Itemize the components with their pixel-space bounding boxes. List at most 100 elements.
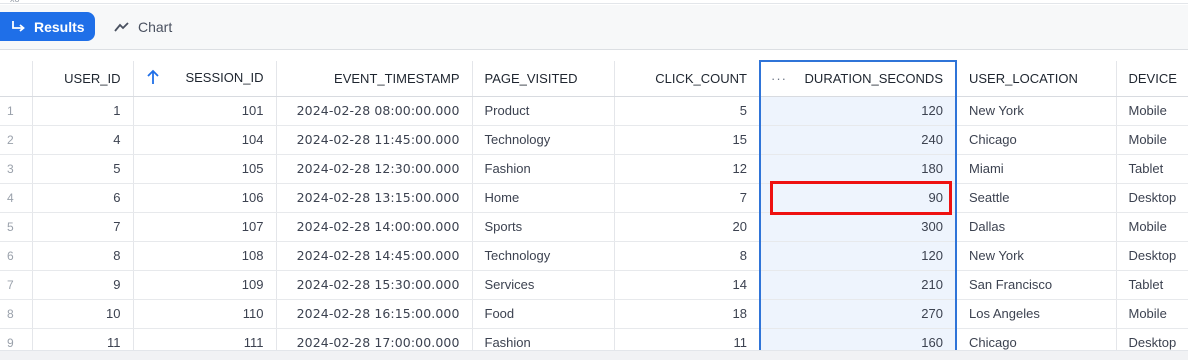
- column-header-page-visited[interactable]: PAGE_VISITED: [472, 61, 615, 97]
- cell-event-timestamp[interactable]: 2024-02-28 16:15:00.000: [276, 299, 473, 329]
- column-header-label: USER_LOCATION: [969, 70, 1078, 86]
- cell-session-id[interactable]: 111: [133, 328, 277, 350]
- cell-user-location[interactable]: San Francisco: [956, 270, 1117, 300]
- cell-click-count[interactable]: 8: [614, 241, 761, 271]
- table-row[interactable]: 1 1 101 2024-02-28 08:00:00.000 Product 5 120 N…: [0, 96, 1188, 126]
- table-row[interactable]: 5 7 107 2024-02-28 14:00:00.000 Sports 20 300 D…: [0, 212, 1188, 242]
- row-number-cell: 5: [0, 212, 33, 242]
- cell-user-id[interactable]: 9: [32, 270, 134, 300]
- cell-page-visited[interactable]: Product: [472, 96, 615, 126]
- column-header-user-location[interactable]: USER_LOCATION: [956, 61, 1117, 97]
- cell-device[interactable]: Mobile: [1116, 299, 1188, 329]
- cell-device[interactable]: Mobile: [1116, 96, 1188, 126]
- cell-device[interactable]: Tablet: [1116, 154, 1188, 184]
- sort-ascending-icon[interactable]: [147, 69, 160, 88]
- cell-session-id[interactable]: 110: [133, 299, 277, 329]
- cell-session-id[interactable]: 101: [133, 96, 277, 126]
- horizontal-scrollbar[interactable]: [0, 350, 1188, 360]
- cell-user-location[interactable]: Los Angeles: [956, 299, 1117, 329]
- cell-user-location[interactable]: Chicago: [956, 125, 1117, 155]
- cell-event-timestamp[interactable]: 2024-02-28 14:00:00.000: [276, 212, 473, 242]
- cell-duration-seconds[interactable]: 180: [759, 154, 957, 184]
- cell-event-timestamp[interactable]: 2024-02-28 12:30:00.000: [276, 154, 473, 184]
- cell-event-timestamp[interactable]: 2024-02-28 08:00:00.000: [276, 96, 473, 126]
- table-row[interactable]: 2 4 104 2024-02-28 11:45:00.000 Technology 15…: [0, 125, 1188, 155]
- cell-session-id[interactable]: 107: [133, 212, 277, 242]
- cell-event-timestamp[interactable]: 2024-02-28 17:00:00.000: [276, 328, 473, 350]
- column-header-click-count[interactable]: CLICK_COUNT: [614, 61, 761, 97]
- cell-user-id[interactable]: 8: [32, 241, 134, 271]
- cell-click-count[interactable]: 5: [614, 96, 761, 126]
- cell-page-visited[interactable]: Food: [472, 299, 615, 329]
- cell-device[interactable]: Mobile: [1116, 125, 1188, 155]
- cell-click-count[interactable]: 20: [614, 212, 761, 242]
- column-header-user-id[interactable]: USER_ID: [32, 61, 134, 97]
- cell-session-id[interactable]: 109: [133, 270, 277, 300]
- cell-page-visited[interactable]: Sports: [472, 212, 615, 242]
- cell-page-visited[interactable]: Technology: [472, 241, 615, 271]
- cell-user-id[interactable]: 4: [32, 125, 134, 155]
- cell-session-id[interactable]: 104: [133, 125, 277, 155]
- column-header-device[interactable]: DEVICE: [1116, 61, 1188, 97]
- cell-user-location[interactable]: New York: [956, 96, 1117, 126]
- cell-session-id[interactable]: 106: [133, 183, 277, 213]
- cell-user-id[interactable]: 5: [32, 154, 134, 184]
- cell-user-location[interactable]: Chicago: [956, 328, 1117, 350]
- cell-user-location[interactable]: Seattle: [956, 183, 1117, 213]
- cell-event-timestamp[interactable]: 2024-02-28 14:45:00.000: [276, 241, 473, 271]
- cell-event-timestamp[interactable]: 2024-02-28 11:45:00.000: [276, 125, 473, 155]
- results-grid[interactable]: USER_ID SESSION_ID EVENT_TIMESTAMP PAGE_…: [0, 60, 1188, 350]
- column-header-label: PAGE_VISITED: [484, 70, 578, 86]
- chart-tab-button[interactable]: Chart: [114, 12, 172, 41]
- cell-click-count[interactable]: 11: [614, 328, 761, 350]
- cell-user-id[interactable]: 1: [32, 96, 134, 126]
- table-row[interactable]: 3 5 105 2024-02-28 12:30:00.000 Fashion 12 180…: [0, 154, 1188, 184]
- cell-duration-seconds[interactable]: 270: [759, 299, 957, 329]
- cell-duration-seconds[interactable]: 160: [759, 328, 957, 350]
- column-header-duration-seconds[interactable]: ··· DURATION_SECONDS: [759, 60, 957, 97]
- cell-user-id[interactable]: 6: [32, 183, 134, 213]
- cell-user-location[interactable]: New York: [956, 241, 1117, 271]
- table-row[interactable]: 8 10 110 2024-02-28 16:15:00.000 Food 18 270 Lo…: [0, 299, 1188, 329]
- cell-click-count[interactable]: 7: [614, 183, 761, 213]
- cell-page-visited[interactable]: Fashion: [472, 328, 615, 350]
- column-header-event-timestamp[interactable]: EVENT_TIMESTAMP: [276, 61, 473, 97]
- cell-session-id[interactable]: 105: [133, 154, 277, 184]
- cell-page-visited[interactable]: Services: [472, 270, 615, 300]
- cell-user-id[interactable]: 11: [32, 328, 134, 350]
- row-number-cell: 9: [0, 328, 33, 350]
- cell-user-location[interactable]: Miami: [956, 154, 1117, 184]
- cell-device[interactable]: Desktop: [1116, 241, 1188, 271]
- cell-click-count[interactable]: 18: [614, 299, 761, 329]
- cell-duration-seconds[interactable]: 90: [759, 183, 957, 213]
- cell-page-visited[interactable]: Home: [472, 183, 615, 213]
- cell-page-visited[interactable]: Technology: [472, 125, 615, 155]
- cell-duration-seconds[interactable]: 120: [759, 96, 957, 126]
- cell-device[interactable]: Desktop: [1116, 328, 1188, 350]
- cell-click-count[interactable]: 14: [614, 270, 761, 300]
- cell-user-id[interactable]: 10: [32, 299, 134, 329]
- cell-duration-seconds[interactable]: 300: [759, 212, 957, 242]
- table-row[interactable]: 4 6 106 2024-02-28 13:15:00.000 Home 7 90 Seatt…: [0, 183, 1188, 213]
- column-menu-icon[interactable]: ···: [771, 71, 787, 86]
- table-row[interactable]: 6 8 108 2024-02-28 14:45:00.000 Technology 8 1…: [0, 241, 1188, 271]
- cell-device[interactable]: Desktop: [1116, 183, 1188, 213]
- cell-click-count[interactable]: 12: [614, 154, 761, 184]
- table-row[interactable]: 7 9 109 2024-02-28 15:30:00.000 Services 14 21…: [0, 270, 1188, 300]
- cell-user-location[interactable]: Dallas: [956, 212, 1117, 242]
- cell-event-timestamp[interactable]: 2024-02-28 13:15:00.000: [276, 183, 473, 213]
- table-row[interactable]: 9 11 111 2024-02-28 17:00:00.000 Fashion 11 16…: [0, 328, 1188, 350]
- cell-duration-seconds[interactable]: 120: [759, 241, 957, 271]
- cell-duration-seconds[interactable]: 210: [759, 270, 957, 300]
- column-header-label: DURATION_SECONDS: [804, 71, 943, 87]
- cell-session-id[interactable]: 108: [133, 241, 277, 271]
- cell-device[interactable]: Mobile: [1116, 212, 1188, 242]
- cell-user-id[interactable]: 7: [32, 212, 134, 242]
- cell-duration-seconds[interactable]: 240: [759, 125, 957, 155]
- cell-click-count[interactable]: 15: [614, 125, 761, 155]
- results-tab-button[interactable]: Results: [0, 12, 95, 41]
- cell-event-timestamp[interactable]: 2024-02-28 15:30:00.000: [276, 270, 473, 300]
- column-header-session-id[interactable]: SESSION_ID: [133, 61, 277, 97]
- cell-page-visited[interactable]: Fashion: [472, 154, 615, 184]
- cell-device[interactable]: Tablet: [1116, 270, 1188, 300]
